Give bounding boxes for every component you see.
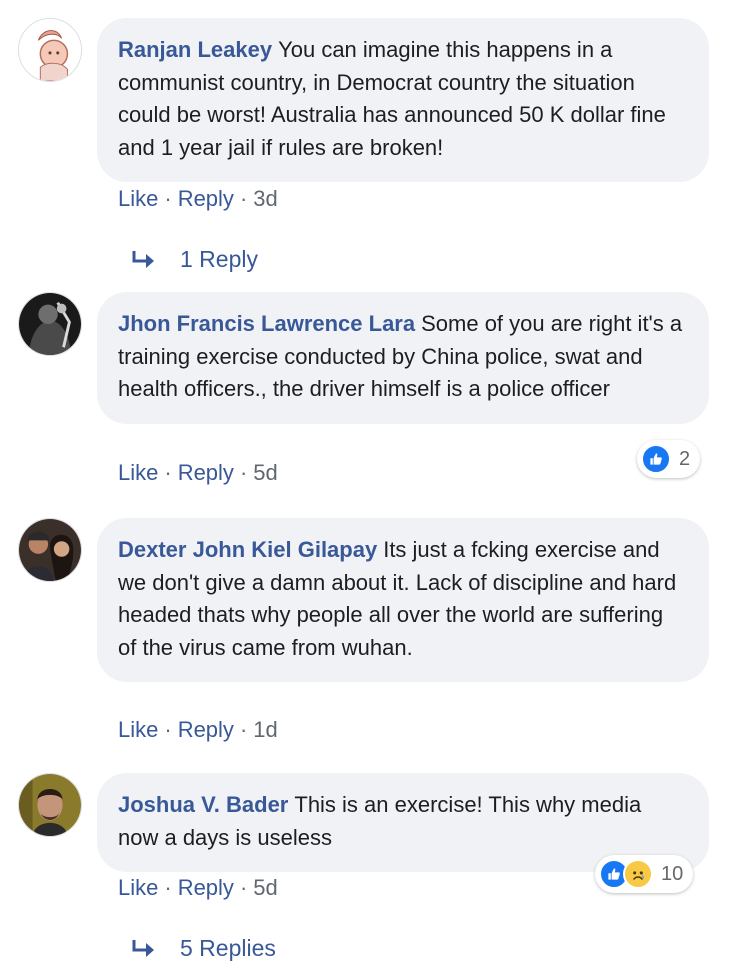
reply-link[interactable]: Reply [178, 186, 234, 211]
avatar[interactable] [18, 518, 82, 582]
reply-link[interactable]: Reply [178, 717, 234, 742]
avatar[interactable] [18, 773, 82, 837]
view-replies-link[interactable]: 1 Reply [130, 246, 258, 273]
view-replies-link[interactable]: 5 Replies [130, 935, 276, 962]
like-link[interactable]: Like [118, 717, 158, 742]
comment-author[interactable]: Ranjan Leakey [118, 37, 272, 62]
avatar-image [19, 293, 81, 355]
avatar-image [19, 519, 81, 581]
comment-time[interactable]: 5d [253, 460, 277, 485]
reply-arrow-icon [132, 250, 154, 268]
comment-bubble: Jhon Francis Lawrence Lara Some of you ar… [97, 292, 709, 424]
like-link[interactable]: Like [118, 186, 158, 211]
comment-bubble: Ranjan Leakey You can imagine this happen… [97, 18, 709, 182]
comment-actions: Like · Reply · 3d [118, 186, 278, 211]
comment-author[interactable]: Dexter John Kiel Gilapay [118, 537, 377, 562]
comment-author[interactable]: Jhon Francis Lawrence Lara [118, 311, 415, 336]
avatar[interactable] [18, 292, 82, 356]
reaction-count: 10 [661, 862, 684, 885]
replies-count-label: 5 Replies [180, 935, 276, 961]
sad-icon [623, 859, 653, 889]
reply-link[interactable]: Reply [178, 875, 234, 900]
comment-time[interactable]: 3d [253, 186, 277, 211]
like-link[interactable]: Like [118, 460, 158, 485]
comment-actions: Like · Reply · 5d [118, 460, 278, 485]
comment-actions: Like · Reply · 5d [118, 875, 278, 900]
avatar[interactable] [18, 18, 82, 82]
comment-time[interactable]: 1d [253, 717, 277, 742]
reply-arrow-icon [132, 939, 154, 957]
comment-bubble: Dexter John Kiel Gilapay Its just a fckin… [97, 518, 709, 682]
reply-link[interactable]: Reply [178, 460, 234, 485]
comment-actions: Like · Reply · 1d [118, 717, 278, 742]
reaction-count: 2 [679, 447, 691, 470]
reaction-summary[interactable]: 2 [637, 440, 701, 478]
replies-count-label: 1 Reply [180, 246, 258, 272]
avatar-image [19, 19, 81, 81]
reaction-summary[interactable]: 10 [595, 855, 694, 893]
comment-author[interactable]: Joshua V. Bader [118, 792, 288, 817]
comment-time[interactable]: 5d [253, 875, 277, 900]
like-icon [641, 444, 671, 474]
like-link[interactable]: Like [118, 875, 158, 900]
avatar-image [19, 774, 81, 836]
